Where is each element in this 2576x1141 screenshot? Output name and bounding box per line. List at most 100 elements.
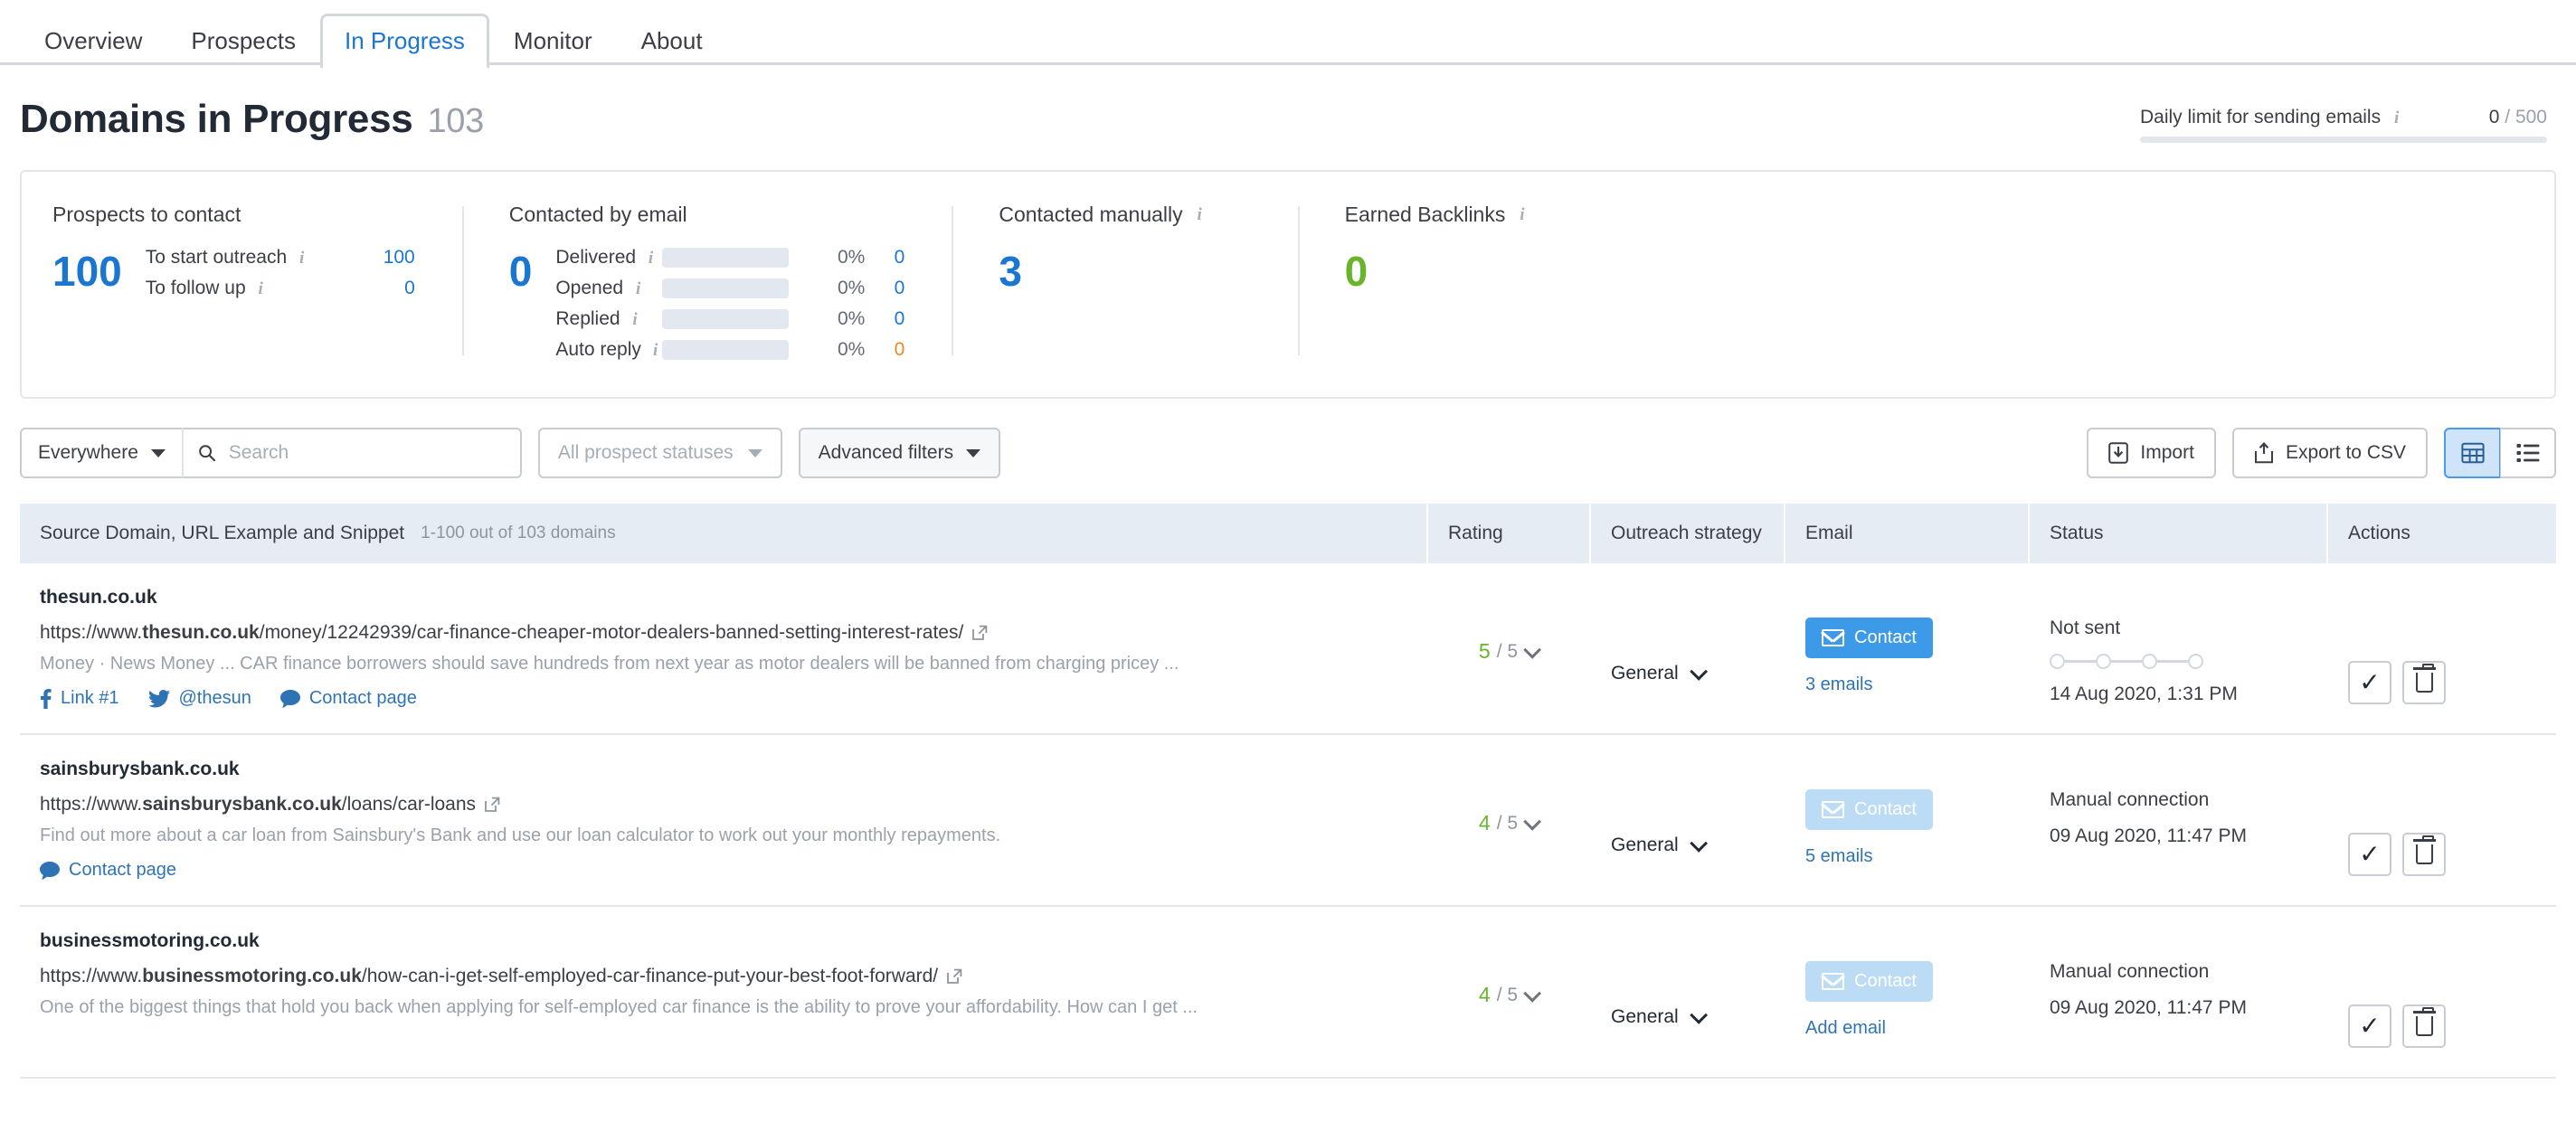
status-dot-connector	[2111, 660, 2142, 663]
domain-url-path: /loans/car-loans	[341, 794, 477, 815]
domain-link[interactable]: Contact page	[279, 688, 417, 709]
domain-name[interactable]: thesun.co.uk	[40, 587, 1406, 608]
contact-page-icon	[279, 689, 300, 708]
external-link-icon[interactable]	[484, 797, 500, 813]
chevron-down-icon	[1523, 984, 1542, 1003]
contact-button-label: Contact	[1854, 971, 1917, 991]
cell-strategy: General	[1589, 907, 1784, 1077]
table-header-row: Source Domain, URL Example and Snippet 1…	[20, 504, 2556, 563]
view-toggle-list[interactable]	[2500, 428, 2556, 478]
column-header-strategy[interactable]: Outreach strategy	[1589, 504, 1784, 563]
export-csv-label: Export to CSV	[2285, 442, 2406, 463]
filter-toolbar: Everywhere All prospect statuses Advance…	[20, 428, 2556, 478]
email-count-link[interactable]: Add email	[1805, 1018, 1886, 1039]
page-title-count: 103	[427, 102, 484, 140]
column-header-email[interactable]: Email	[1784, 504, 2028, 563]
search-input[interactable]	[228, 442, 506, 464]
delete-button[interactable]	[2402, 833, 2446, 876]
outreach-strategy-value: General	[1611, 835, 1679, 855]
info-icon-contacted-manually[interactable]: i	[1192, 206, 1208, 223]
info-icon-email-metric[interactable]: i	[649, 342, 662, 359]
domain-link[interactable]: Contact page	[40, 860, 176, 881]
info-icon-earned-backlinks[interactable]: i	[1514, 206, 1530, 223]
domain-link[interactable]: @thesun	[147, 688, 251, 709]
domain-name[interactable]: businessmotoring.co.uk	[40, 930, 1406, 952]
info-icon-email-metric[interactable]: i	[630, 280, 646, 297]
info-icon-prospect-metric[interactable]: i	[294, 250, 309, 267]
mark-done-button[interactable]: ✓	[2348, 1004, 2391, 1048]
advanced-filters-button[interactable]: Advanced filters	[798, 428, 1001, 478]
email-metric-label-wrap: Delivered i	[555, 247, 662, 269]
contact-button[interactable]: Contact	[1805, 618, 1933, 658]
rating-control[interactable]: 4/ 5	[1426, 735, 1589, 835]
domain-url[interactable]: https://www.sainsburysbank.co.uk/loans/c…	[40, 794, 1406, 816]
external-link-icon[interactable]	[971, 625, 988, 641]
column-header-actions[interactable]: Actions	[2326, 504, 2556, 563]
prospect-metric-label: To follow up	[145, 278, 246, 298]
email-count-link[interactable]: 3 emails	[1805, 674, 1872, 695]
prospect-status-filter[interactable]: All prospect statuses	[537, 428, 782, 478]
domain-snippet: Find out more about a car loan from Sain…	[40, 825, 1001, 845]
contact-button[interactable]: Contact	[1805, 961, 1933, 1002]
column-header-actions-label: Actions	[2348, 523, 2410, 543]
outreach-strategy-select[interactable]: General	[1611, 759, 1764, 856]
info-icon-email-metric[interactable]: i	[628, 311, 643, 328]
domain-snippet: One of the biggest things that hold you …	[40, 997, 1198, 1017]
twitter-icon	[147, 689, 170, 708]
domains-table: Source Domain, URL Example and Snippet 1…	[20, 504, 2556, 1079]
tab-monitor[interactable]: Monitor	[489, 14, 617, 68]
contact-button[interactable]: Contact	[1805, 789, 1933, 830]
domain-url[interactable]: https://www.businessmotoring.co.uk/how-c…	[40, 966, 1406, 987]
domain-url[interactable]: https://www.thesun.co.uk/money/12242939/…	[40, 622, 1406, 644]
info-icon-daily-limit[interactable]: i	[2389, 109, 2404, 127]
email-count-link[interactable]: 5 emails	[1805, 846, 1872, 867]
toolbar-left-group: Everywhere All prospect statuses Advance…	[20, 428, 1001, 478]
column-header-status[interactable]: Status	[2028, 504, 2326, 563]
info-icon-prospect-metric[interactable]: i	[253, 280, 269, 297]
view-toggle-table[interactable]	[2444, 428, 2500, 478]
outreach-strategy-select[interactable]: General	[1611, 587, 1764, 684]
info-icon-email-metric[interactable]: i	[643, 250, 658, 267]
check-icon: ✓	[2359, 1012, 2381, 1040]
twitter-icon	[147, 689, 170, 707]
tab-overview[interactable]: Overview	[20, 14, 166, 68]
tab-label: Prospects	[191, 27, 296, 54]
export-csv-button[interactable]: Export to CSV	[2231, 428, 2428, 478]
main-tabbar: Overview Prospects In Progress Monitor About	[0, 0, 2576, 68]
domain-link-label: Contact page	[69, 860, 176, 880]
rating-value: 5	[1478, 639, 1491, 663]
tab-about[interactable]: About	[617, 14, 727, 68]
import-button[interactable]: Import	[2087, 428, 2216, 478]
domain-link[interactable]: Link #1	[40, 688, 119, 709]
status-cell-inner: Not sent 14 Aug 2020, 1:31 PM	[2050, 587, 2306, 705]
outreach-strategy-select[interactable]: General	[1611, 930, 1764, 1028]
delete-button[interactable]	[2402, 661, 2446, 704]
contact-page-icon	[40, 861, 60, 880]
actions-cell-inner: ✓	[2348, 587, 2536, 704]
rating-control[interactable]: 5/ 5	[1426, 563, 1589, 664]
chevron-down-icon	[1523, 640, 1542, 659]
column-header-rating[interactable]: Rating	[1426, 504, 1589, 563]
cell-actions: ✓	[2326, 563, 2556, 733]
import-icon	[2108, 442, 2129, 464]
email-metric-bar	[662, 309, 790, 329]
rating-control[interactable]: 4/ 5	[1426, 907, 1589, 1007]
summary-email-title: Contacted by email	[508, 203, 687, 226]
scope-select[interactable]: Everywhere	[20, 428, 182, 478]
mark-done-button[interactable]: ✓	[2348, 661, 2391, 704]
domain-link-label: Contact page	[308, 688, 417, 708]
column-header-domain-label: Source Domain, URL Example and Snippet	[40, 523, 405, 543]
tab-in-progress[interactable]: In Progress	[319, 14, 489, 68]
cell-status: Manual connection 09 Aug 2020, 11:47 PM	[2028, 735, 2326, 905]
status-text: Manual connection	[2050, 961, 2210, 982]
external-link-icon[interactable]	[946, 968, 962, 985]
column-header-domain[interactable]: Source Domain, URL Example and Snippet 1…	[20, 504, 1426, 563]
delete-button[interactable]	[2402, 1004, 2446, 1048]
tab-label: In Progress	[344, 27, 465, 54]
domain-name[interactable]: sainsburysbank.co.uk	[40, 759, 1406, 780]
mark-done-button[interactable]: ✓	[2348, 833, 2391, 876]
table-body: thesun.co.uk https://www.thesun.co.uk/mon…	[20, 563, 2556, 1079]
email-cell-inner: Contact 3 emails	[1805, 587, 2008, 695]
search-box[interactable]	[181, 428, 522, 478]
tab-prospects[interactable]: Prospects	[166, 14, 320, 68]
